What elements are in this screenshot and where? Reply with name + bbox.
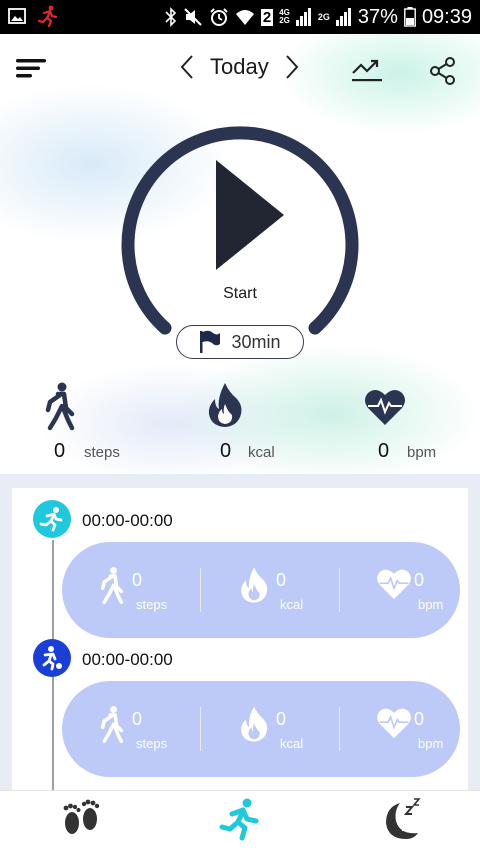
heart-pulse-icon [377,569,411,600]
flag-icon [200,330,221,353]
trend-icon[interactable] [350,56,384,84]
heart-pulse-icon [365,389,405,425]
divider [200,707,201,751]
clock: 09:39 [421,5,472,28]
alarm-icon [210,8,228,26]
activity-steps-value: 0 [132,570,143,590]
activity-card[interactable]: 0 steps 0 kcal 0 bpm [62,681,460,777]
activity-time: 00:00-00:00 [82,511,173,530]
divider [200,568,201,612]
start-label: Start [223,285,257,302]
activity-steps-value: 0 [132,709,143,729]
signal-icon-2 [335,8,351,26]
chevron-left-icon[interactable] [178,54,196,80]
signal-icon-1 [295,8,311,26]
bpm-unit: bpm [407,444,437,461]
walk-icon [45,382,75,431]
activity-bpm-value: 0 [414,709,425,729]
mute-icon [184,8,202,26]
activity-bpm-value: 0 [414,570,425,590]
run-notification-icon [38,5,58,27]
bluetooth-icon [165,7,177,27]
header: Today [0,34,480,100]
sim-indicator: 2 [260,8,274,26]
activity-kcal-unit: kcal [280,597,304,612]
bottom-tab-bar [0,790,480,853]
goal-button[interactable]: 30min [176,325,304,359]
activity-bpm-unit: bpm [418,736,444,751]
activity-steps-unit: steps [136,597,168,612]
bpm-value: 0 [378,440,390,462]
activity-card[interactable]: 0 steps 0 kcal 0 bpm [62,542,460,638]
activity-kcal-unit: kcal [280,736,304,751]
steps-unit: steps [84,444,120,461]
flame-icon [241,706,268,742]
divider [339,707,340,751]
activity-kcal-value: 0 [276,570,287,590]
network-type-1: 4G 2G [279,8,290,25]
flame-icon [241,567,268,603]
status-bar: 2 4G 2G 2G 37% 09:39 [0,0,480,34]
divider [339,568,340,612]
activity-kcal-value: 0 [276,709,287,729]
date-label: Today [210,54,269,79]
kcal-unit: kcal [248,444,275,461]
battery-icon [404,7,416,27]
walk-icon [100,566,124,605]
soccer-icon [33,639,71,677]
network-type-2: 2G [317,12,330,22]
date-navigator: Today [178,52,301,82]
flame-icon [208,383,242,427]
wifi-icon [235,10,254,25]
heart-pulse-icon [377,708,411,739]
walk-icon [100,705,124,744]
kcal-value: 0 [220,440,232,462]
activity-bpm-unit: bpm [418,597,444,612]
activity-time: 00:00-00:00 [82,650,173,669]
run-tab-icon[interactable] [218,797,264,843]
image-icon [8,8,26,24]
footprints-icon[interactable] [58,797,104,843]
activity-steps-unit: steps [136,736,168,751]
play-icon[interactable] [214,160,286,270]
steps-value: 0 [54,440,66,462]
share-icon[interactable] [428,56,458,86]
run-icon [33,500,71,538]
battery-percent: 37% [357,5,398,28]
menu-icon[interactable] [16,56,48,80]
chevron-right-icon[interactable] [283,54,301,80]
goal-label: 30min [231,331,281,352]
sleep-icon[interactable] [378,797,424,843]
